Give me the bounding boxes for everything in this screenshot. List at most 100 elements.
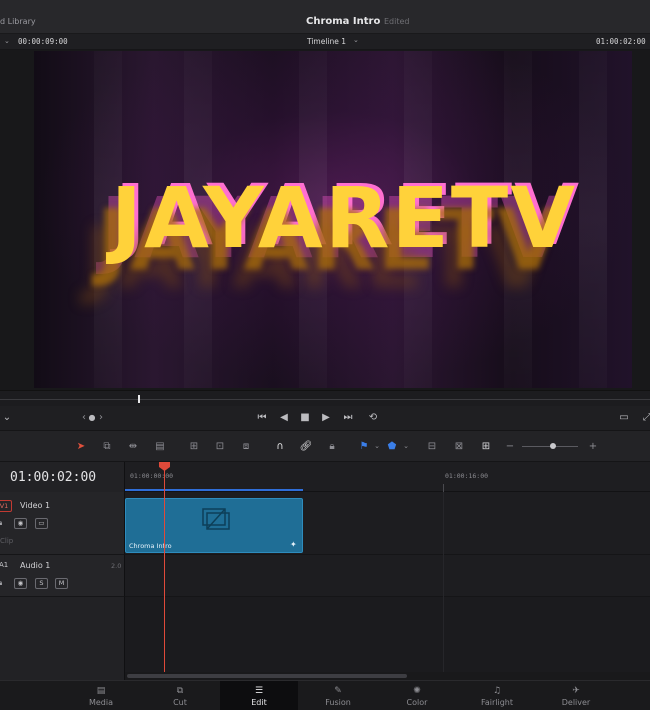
cut-icon: ⧉ <box>176 686 184 696</box>
next-clip-icon[interactable]: › <box>94 411 108 425</box>
insert-clip-icon[interactable]: ⊞ <box>185 439 203 454</box>
trim-tool-icon[interactable]: ⧉ <box>98 439 116 454</box>
play-icon[interactable]: ▶ <box>319 411 333 425</box>
blade-tool-icon[interactable]: ▤ <box>151 439 169 454</box>
page-color[interactable]: ✺ Color <box>378 681 456 710</box>
custom-zoom-icon[interactable]: ⊞ <box>477 439 495 454</box>
detail-zoom-icon[interactable]: ⊠ <box>450 439 468 454</box>
transport-controls: ⌄ ‹ ● › ⏮ ◀ ■ ▶ ⏭ ⟲ ▭ ⤢ <box>0 406 650 431</box>
source-timecode: 00:00:09:00 <box>18 37 68 46</box>
ruler-tick <box>443 484 444 492</box>
track-visibility-icon[interactable]: ▭ <box>35 518 48 529</box>
page-media[interactable]: ▤ Media <box>62 681 140 710</box>
clip-fx-icon: ✦ <box>290 540 297 549</box>
zoom-out-icon[interactable]: − <box>501 439 519 454</box>
viewer-options-chevron-icon[interactable]: ⌄ <box>0 411 14 425</box>
track-name[interactable]: Video 1 <box>20 501 50 510</box>
page-label: Media <box>88 698 114 707</box>
fullscreen-icon[interactable]: ⤢ <box>640 411 650 425</box>
page-edit[interactable]: ☰ Edit <box>220 681 298 710</box>
replace-clip-icon[interactable]: ⧈ <box>237 439 255 454</box>
fusion-clip-icon <box>202 508 230 530</box>
record-timecode: 01:00:02:00 <box>596 37 646 46</box>
page-fusion[interactable]: ✎ Fusion <box>299 681 377 710</box>
media-icon: ▤ <box>96 686 106 696</box>
lock-track-icon[interactable]: 🔒︎ <box>0 518 2 528</box>
timeline-header: 01:00:02:00 <box>0 462 125 492</box>
go-to-start-icon[interactable]: ⏮ <box>255 411 269 425</box>
video-title-text: JAYARETV <box>110 169 578 267</box>
audio-track-name[interactable]: Audio 1 <box>20 561 50 570</box>
audio-track-header[interactable]: A1 Audio 1 2.0 🔒︎ ◉ S M <box>0 555 125 597</box>
render-status-bar <box>125 489 303 491</box>
solo-label: S <box>39 579 44 587</box>
timeline-selector[interactable]: Timeline 1 <box>307 37 346 46</box>
page-label: Deliver <box>561 698 591 707</box>
media-library-label[interactable]: d Library <box>0 17 36 26</box>
auto-select-icon[interactable]: ◉ <box>14 518 27 529</box>
zoom-slider-handle[interactable] <box>550 443 556 449</box>
edit-toolbar: ➤ ⧉ ⇹ ▤ ⊞ ⊡ ⧈ ∩ 🔗︎ 🔒︎ ⚑ ⌄ ⬟ ⌄ ⊟ ⊠ ⊞ − + <box>0 431 650 462</box>
fairlight-icon: ♫ <box>492 686 502 696</box>
chevron-down-icon[interactable]: ⌄ <box>4 37 10 45</box>
solo-button[interactable]: S <box>35 578 48 589</box>
full-extent-zoom-icon[interactable]: ⊟ <box>423 439 441 454</box>
page-deliver[interactable]: ✈ Deliver <box>537 681 615 710</box>
page-navigation: ▤ Media ⧉ Cut ☰ Edit ✎ Fusion ✺ Color ♫ … <box>0 680 650 710</box>
overwrite-clip-icon[interactable]: ⊡ <box>211 439 229 454</box>
page-label: Color <box>406 698 428 707</box>
audio-channels: 2.0 <box>111 562 122 570</box>
track-sub-label: Clip <box>0 537 14 545</box>
reverse-icon[interactable]: ◀ <box>277 411 291 425</box>
viewer-header: ⌄ 00:00:09:00 Timeline 1 ⌄ 01:00:02:00 <box>0 34 650 50</box>
stop-icon[interactable]: ■ <box>298 411 312 425</box>
mute-label: M <box>58 579 65 587</box>
marker-chevron-icon[interactable]: ⌄ <box>397 439 415 454</box>
project-status: Edited <box>384 17 410 26</box>
snapping-icon[interactable]: ∩ <box>271 439 289 454</box>
fusion-icon: ✎ <box>334 686 342 696</box>
mute-button[interactable]: M <box>55 578 68 589</box>
page-label: Fairlight <box>480 698 513 707</box>
timeline-empty-area[interactable] <box>125 597 650 672</box>
page-label: Edit <box>251 698 267 707</box>
viewer-scrub-bar[interactable] <box>0 390 650 406</box>
ruler-label-start: 01:00:00:00 <box>130 472 174 480</box>
timeline-playhead[interactable] <box>164 462 165 672</box>
timeline-timecode[interactable]: 01:00:02:00 <box>10 470 96 485</box>
ruler-label-16s: 01:00:16:00 <box>445 472 489 480</box>
timeline-clip[interactable]: Chroma Intro ✦ <box>125 498 303 553</box>
track-id-text: V1 <box>0 502 9 510</box>
linked-selection-icon[interactable]: 🔗︎ <box>297 439 315 454</box>
scrollbar-thumb[interactable] <box>127 674 407 678</box>
project-title: Chroma Intro <box>306 16 381 27</box>
dynamic-trim-icon[interactable]: ⇹ <box>124 439 142 454</box>
audio-track-id[interactable]: A1 <box>0 561 8 569</box>
video-track-header[interactable]: V1 Video 1 🔒︎ ◉ ▭ Clip <box>0 492 125 555</box>
timeline-chevron-icon[interactable]: ⌄ <box>353 36 359 44</box>
page-fairlight[interactable]: ♫ Fairlight <box>458 681 536 710</box>
timeline-scrollbar[interactable] <box>125 672 650 680</box>
color-icon: ✺ <box>413 686 421 696</box>
timeline-grid-line <box>443 492 444 672</box>
timeline-ruler[interactable]: 01:00:00:00 01:00:16:00 <box>125 462 650 492</box>
zoom-in-icon[interactable]: + <box>584 439 602 454</box>
loop-icon[interactable]: ⟲ <box>366 411 380 425</box>
match-frame-icon[interactable]: ▭ <box>617 411 631 425</box>
page-label: Cut <box>173 698 187 707</box>
video-preview[interactable]: JAYARETV JAYARETV <box>34 51 632 388</box>
scrub-playhead[interactable] <box>138 395 140 403</box>
go-to-end-icon[interactable]: ⏭ <box>341 411 355 425</box>
audio-auto-select-icon[interactable]: ◉ <box>14 578 27 589</box>
selection-tool-icon[interactable]: ➤ <box>72 439 90 454</box>
lock-audio-icon[interactable]: 🔒︎ <box>0 578 2 588</box>
title-bar: d Library Chroma Intro Edited <box>0 0 650 34</box>
page-cut[interactable]: ⧉ Cut <box>141 681 219 710</box>
position-lock-icon[interactable]: 🔒︎ <box>323 439 341 454</box>
track-id-badge[interactable]: V1 <box>0 500 12 512</box>
scrub-track <box>0 399 650 400</box>
page-label: Fusion <box>325 698 351 707</box>
edit-icon: ☰ <box>254 686 264 696</box>
audio-track-lane[interactable] <box>125 555 650 597</box>
clip-name: Chroma Intro <box>129 542 172 550</box>
